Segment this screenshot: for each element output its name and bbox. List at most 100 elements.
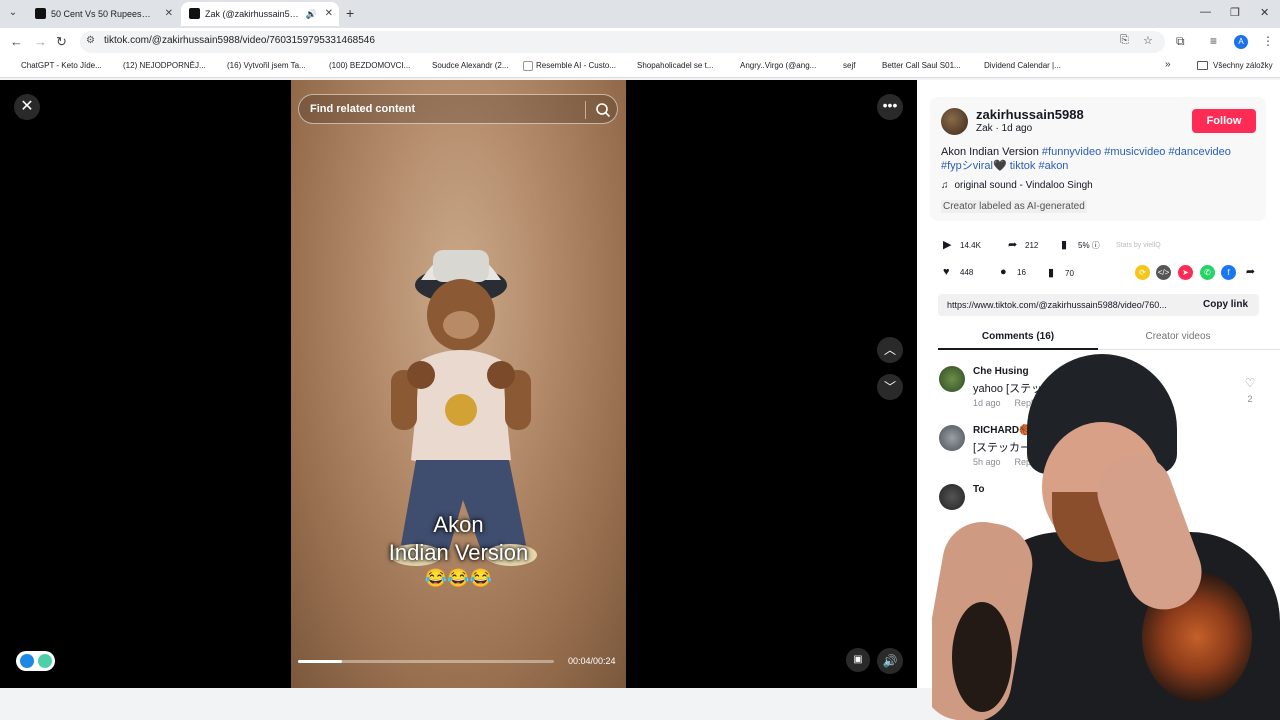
more-bookmarks-icon[interactable]: » bbox=[1165, 59, 1171, 70]
bookmark-item[interactable]: Resemble AI - Custo... bbox=[523, 61, 616, 71]
caption-emojis: 😂😂😂 bbox=[424, 568, 493, 588]
video-progress-fill bbox=[298, 660, 342, 663]
creator-avatar[interactable] bbox=[941, 108, 968, 135]
plex-icon bbox=[869, 61, 879, 71]
tab-comments[interactable]: Comments (16) bbox=[938, 331, 1098, 342]
bookmark-label: sejf bbox=[843, 61, 856, 70]
copy-link-button[interactable]: Copy link bbox=[1203, 299, 1248, 310]
restore-icon[interactable]: ❐ bbox=[1230, 6, 1240, 19]
youtube-icon bbox=[419, 61, 429, 71]
likes-count: 448 bbox=[960, 268, 974, 277]
info-icon[interactable]: ⓘ bbox=[1092, 241, 1100, 250]
bookmark-item[interactable]: sejf bbox=[830, 61, 855, 70]
bookmark-item[interactable]: (12) NEJODPORNĚJ... bbox=[110, 61, 206, 70]
tab-search-button[interactable]: ⌄ bbox=[5, 5, 21, 21]
minimize-icon[interactable]: — bbox=[1200, 6, 1211, 18]
send-to-friends-icon[interactable]: ➤ bbox=[1178, 265, 1193, 280]
sound-link[interactable]: ♫ original sound - Vindaloo Singh bbox=[941, 180, 1093, 191]
creator-username[interactable]: zakirhussain5988 bbox=[976, 107, 1084, 122]
bookmark-star-icon[interactable]: ☆ bbox=[1143, 34, 1153, 47]
install-app-icon[interactable]: ⎘ bbox=[1120, 34, 1129, 47]
close-tab-icon[interactable]: ✕ bbox=[325, 2, 333, 26]
follow-button[interactable]: Follow bbox=[1192, 109, 1256, 133]
browser-toolbar: ← → ↻ ⚙ tiktok.com/@zakirhussain5988/vid… bbox=[0, 28, 1280, 56]
bookmark-label: (12) NEJODPORNĚJ... bbox=[123, 61, 206, 70]
bookmark-item[interactable]: Soudce Alexandr (2... bbox=[419, 61, 509, 70]
sound-name: original sound - Vindaloo Singh bbox=[954, 180, 1093, 191]
tab-creator-videos[interactable]: Creator videos bbox=[1098, 331, 1258, 342]
extension-icon[interactable] bbox=[38, 654, 52, 668]
share-more-icon[interactable]: ➦ bbox=[1243, 265, 1258, 280]
previous-video-button[interactable]: ︿ bbox=[877, 337, 903, 363]
video-progress-bar[interactable] bbox=[298, 660, 554, 663]
bookmark-label: (100) BEZDOMOVCI... bbox=[329, 61, 411, 70]
next-video-button[interactable]: ﹀ bbox=[877, 374, 903, 400]
tab-strip: ⌄ 50 Cent Vs 50 Rupees: Indian Cu ✕ Zak … bbox=[0, 0, 1280, 28]
forward-icon[interactable]: → bbox=[34, 34, 47, 49]
profile-avatar[interactable]: A bbox=[1234, 35, 1248, 49]
close-tab-icon[interactable]: ✕ bbox=[165, 2, 173, 26]
caption-line-2: Indian Version bbox=[388, 540, 529, 565]
tab-50-cent[interactable]: 50 Cent Vs 50 Rupees: Indian Cu ✕ bbox=[27, 2, 179, 26]
whatsapp-icon[interactable]: ✆ bbox=[1200, 265, 1215, 280]
more-options-button[interactable]: ••• bbox=[877, 94, 903, 120]
address-bar[interactable]: ⚙ tiktok.com/@zakirhussain5988/video/760… bbox=[80, 31, 1165, 53]
search-placeholder: Find related content bbox=[310, 103, 416, 115]
url-text[interactable]: tiktok.com/@zakirhussain5988/video/76031… bbox=[104, 35, 375, 46]
deer-icon bbox=[830, 61, 840, 71]
x-icon bbox=[624, 61, 634, 71]
hashtags[interactable]: #funnyvideo #musicvideo #dancevideo bbox=[1042, 146, 1231, 158]
percent-stat: ▮ 5% ⓘ bbox=[1061, 238, 1100, 251]
shares-count: 212 bbox=[1025, 241, 1039, 250]
volume-icon[interactable]: 🔊 bbox=[877, 648, 903, 674]
bookmark-item[interactable]: (16) Vytvořil jsem Ta... bbox=[214, 61, 306, 70]
all-bookmarks-button[interactable]: Všechny záložky bbox=[1197, 61, 1273, 70]
picture-in-picture-icon[interactable]: ▣ bbox=[846, 648, 870, 672]
site-info-icon[interactable]: ⚙ bbox=[86, 35, 95, 46]
post-info-card: zakirhussain5988 Zak · 1d ago Follow Ako… bbox=[930, 97, 1266, 221]
extension-icon[interactable] bbox=[20, 654, 34, 668]
bookmark-label: Všechny záložky bbox=[1213, 61, 1273, 70]
hashtag-fyp[interactable]: #fypシviral bbox=[941, 160, 993, 172]
new-tab-button[interactable]: + bbox=[346, 5, 354, 21]
panel-tabs: Comments (16) Creator videos bbox=[938, 326, 1280, 350]
bookmark-item[interactable]: Shopaholicadel se t... bbox=[624, 61, 714, 70]
facebook-icon[interactable]: f bbox=[1221, 265, 1236, 280]
bookmark-item[interactable]: Dividend Calendar |... bbox=[971, 61, 1061, 70]
video-player: ✕ Find related content Akon Indian Versi… bbox=[0, 80, 917, 688]
media-controls-icon[interactable]: ≡ bbox=[1210, 34, 1217, 48]
video-frame[interactable]: Find related content Akon Indian Version… bbox=[291, 80, 626, 688]
bookmark-item[interactable]: Better Call Saul S01... bbox=[869, 61, 961, 70]
bookmark-item[interactable]: (100) BEZDOMOVCI... bbox=[316, 61, 410, 70]
hashtags[interactable]: tiktok #akon bbox=[1007, 160, 1069, 172]
youtube-icon bbox=[316, 61, 326, 71]
extensions-icon[interactable]: ⧉ bbox=[1176, 34, 1185, 49]
like-button[interactable]: ♥ 448 bbox=[943, 266, 973, 278]
bookmark-icon: ▮ bbox=[1048, 267, 1055, 279]
video-link-url[interactable]: https://www.tiktok.com/@zakirhussain5988… bbox=[947, 300, 1192, 310]
comment-button[interactable]: ● 16 bbox=[1000, 266, 1026, 278]
search-icon[interactable] bbox=[594, 101, 612, 119]
menu-icon[interactable]: ⋮ bbox=[1262, 34, 1274, 48]
save-button[interactable]: ▮ 70 bbox=[1048, 266, 1074, 279]
embed-icon[interactable]: </> bbox=[1156, 265, 1171, 280]
plays-stat: ▶ 14.4K bbox=[943, 238, 981, 251]
repost-icon[interactable]: ⟳ bbox=[1135, 265, 1150, 280]
back-icon[interactable]: ← bbox=[10, 34, 23, 49]
comment-icon: ● bbox=[1000, 266, 1007, 278]
bookmark-item[interactable]: ChatGPT - Keto Jíde... bbox=[8, 61, 102, 70]
bookmark-item[interactable]: Angry..Virgo (@ang... bbox=[727, 61, 816, 70]
bookmark-label: Shopaholicadel se t... bbox=[637, 61, 714, 70]
reload-icon[interactable]: ↻ bbox=[56, 34, 67, 50]
find-related-search[interactable]: Find related content bbox=[298, 94, 618, 124]
folder-icon bbox=[1197, 61, 1208, 70]
tiktok-icon bbox=[727, 61, 737, 71]
audio-playing-icon[interactable]: 🔊 bbox=[306, 2, 317, 26]
tab-zak-tiktok[interactable]: Zak (@zakirhussain5988) | TikTok 🔊 ✕ bbox=[181, 2, 339, 26]
extension-widget[interactable] bbox=[16, 651, 55, 671]
tab-title: 50 Cent Vs 50 Rupees: Indian Cu bbox=[51, 9, 151, 19]
close-video-button[interactable]: ✕ bbox=[14, 94, 40, 120]
close-window-icon[interactable]: ✕ bbox=[1260, 6, 1269, 19]
tab-title: Zak (@zakirhussain5988) | TikTok bbox=[205, 9, 303, 19]
bookmark-label: Better Call Saul S01... bbox=[882, 61, 961, 70]
